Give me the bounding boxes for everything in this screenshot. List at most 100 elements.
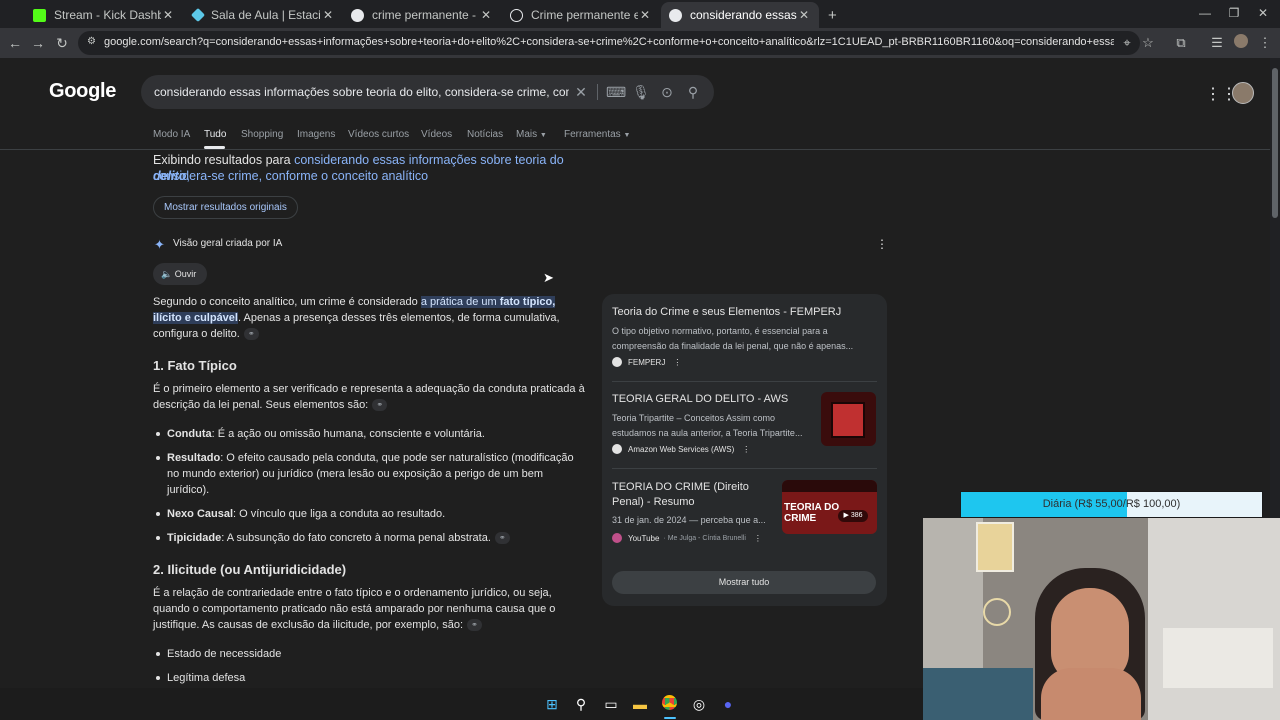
section-text: É a relação de contrariedade entre o fat… — [153, 587, 552, 599]
location-icon[interactable]: ⌖ — [1118, 34, 1136, 52]
task-view-icon[interactable]: ▭ — [602, 695, 620, 713]
estacio-icon — [190, 7, 206, 23]
reference-snippet: O tipo objetivo normativo, portanto, é e… — [612, 326, 828, 336]
reference-thumbnail-youtube[interactable]: TEORIA DO CRIME ▶ 386 — [782, 480, 877, 534]
link-icon[interactable]: ⚭ — [372, 399, 388, 412]
close-tab-icon[interactable]: ✕ — [638, 8, 652, 22]
close-tab-icon[interactable]: ✕ — [797, 8, 811, 22]
badge-count: 386 — [850, 512, 863, 519]
tab-shopping[interactable]: Shopping — [241, 129, 283, 140]
gemini-sparkle-icon: ✦ — [154, 237, 165, 252]
section-title-ilicitude: 2. Ilicitude (ou Antijuridicidade) — [153, 562, 347, 577]
extensions-icon[interactable]: ⧉ — [1172, 34, 1190, 52]
text: justifique. As causas de exclusão da ili… — [153, 619, 464, 631]
tab-title: crime permanente - Pesquisa G — [372, 8, 479, 22]
tab-modo-ia[interactable]: Modo IA — [153, 129, 190, 140]
browser-tab-google-search[interactable]: crime permanente - Pesquisa G ✕ — [343, 2, 501, 28]
list-item-nexo-causal: Nexo Causal: O vínculo que liga a condut… — [167, 506, 445, 522]
reference-title[interactable]: Penal) - Resumo — [612, 495, 777, 510]
link-icon[interactable]: ⚭ — [243, 328, 259, 341]
site-info-icon[interactable]: ⚙ — [87, 36, 96, 47]
close-tab-icon[interactable]: ✕ — [161, 8, 175, 22]
windows-start-icon[interactable]: ⊞ — [543, 695, 561, 713]
list-item-resultado-cont: no mundo exterior) ou jurídico (mera les… — [167, 468, 544, 480]
url-text[interactable]: google.com/search?q=considerando+essas+i… — [104, 36, 1114, 48]
reference-title[interactable]: TEORIA DO CRIME (Direito — [612, 480, 777, 495]
close-tab-icon[interactable]: ✕ — [321, 8, 335, 22]
tab-videos[interactable]: Vídeos — [421, 129, 452, 140]
lens-icon[interactable]: ⊙ — [658, 83, 676, 101]
search-input[interactable]: considerando essas informações sobre teo… — [154, 85, 569, 99]
text: a prática de um — [420, 296, 500, 308]
reading-list-icon[interactable]: ☰ — [1208, 34, 1226, 52]
minimize-icon[interactable]: — — [1195, 6, 1215, 20]
obs-icon[interactable]: ◎ — [690, 695, 708, 713]
browser-tab-kick[interactable]: Stream - Kick Dashboard ✕ — [25, 2, 183, 28]
reference-card-femperj[interactable]: Teoria do Crime e seus Elementos - FEMPE… — [612, 305, 877, 367]
bookmark-star-icon[interactable]: ☆ — [1139, 34, 1157, 52]
file-explorer-icon[interactable]: ▬ — [631, 695, 649, 713]
tab-imagens[interactable]: Imagens — [297, 129, 335, 140]
discord-icon[interactable]: ● — [719, 695, 737, 713]
browser-tab-estacio[interactable]: Sala de Aula | Estacio ✕ — [185, 2, 343, 28]
restore-icon[interactable]: ❐ — [1224, 6, 1244, 20]
bed — [923, 668, 1033, 720]
list-item-resultado: Resultado: O efeito causado pela conduta… — [167, 450, 574, 466]
profile-icon[interactable] — [1232, 34, 1250, 52]
correction-prefix: Exibindo resultados para — [153, 153, 295, 167]
close-window-icon[interactable]: ✕ — [1253, 6, 1273, 20]
chrome-icon[interactable] — [660, 695, 678, 713]
tab-label: Mais — [516, 129, 538, 140]
address-bar[interactable]: ⚙ google.com/search?q=considerando+essas… — [78, 31, 1140, 55]
new-tab-button[interactable]: + — [820, 2, 840, 28]
tab-videos-curtos[interactable]: Vídeos curtos — [348, 129, 409, 140]
text: : A subsunção do fato concreto à norma p… — [221, 532, 491, 544]
reference-card-youtube[interactable]: TEORIA DO CRIME (Direito Penal) - Resumo… — [612, 480, 777, 543]
scrollbar-thumb[interactable] — [1272, 68, 1278, 218]
more-options-icon[interactable]: ⋮ — [876, 237, 888, 251]
tab-label: Ferramentas — [564, 129, 621, 140]
link-icon[interactable]: ⚭ — [467, 619, 483, 632]
corrected-query-link-line2[interactable]: considera-se crime, conforme o conceito … — [153, 168, 428, 184]
tab-tudo[interactable]: Tudo — [204, 129, 226, 140]
menu-icon[interactable]: ⋮ — [1256, 34, 1274, 52]
speaker-icon: 🔈 — [161, 269, 173, 279]
text: : O vínculo que liga a conduta ao result… — [233, 508, 446, 520]
account-avatar[interactable] — [1232, 82, 1254, 104]
search-box[interactable]: considerando essas informações sobre teo… — [141, 75, 714, 109]
reference-snippet: 31 de jan. de 2024 — perceba que a... — [612, 515, 766, 525]
close-tab-icon[interactable]: ✕ — [479, 8, 493, 22]
back-icon[interactable]: ← — [6, 34, 24, 52]
tab-ferramentas[interactable]: Ferramentas ▼ — [564, 129, 630, 140]
header-divider — [0, 149, 1270, 150]
forward-icon[interactable]: → — [29, 34, 47, 52]
reload-icon[interactable]: ↻ — [53, 34, 71, 52]
reference-thumbnail-aws[interactable] — [821, 392, 876, 446]
reference-title[interactable]: Teoria do Crime e seus Elementos - FEMPE… — [612, 305, 877, 320]
section-text: justifique. As causas de exclusão da ili… — [153, 617, 483, 633]
tab-mais[interactable]: Mais ▼ — [516, 129, 547, 140]
reference-card-aws[interactable]: TEORIA GERAL DO DELITO - AWS Teoria Trip… — [612, 392, 812, 454]
tab-noticias[interactable]: Notícias — [467, 129, 503, 140]
list-item-conduta: Conduta: É a ação ou omissão humana, con… — [167, 426, 485, 442]
more-options-icon[interactable]: ⋮ — [754, 534, 762, 543]
keyboard-icon[interactable]: ⌨ — [606, 83, 626, 101]
more-options-icon[interactable]: ⋮ — [742, 445, 750, 454]
aws-favicon — [612, 444, 622, 454]
link-icon[interactable]: ⚭ — [494, 532, 510, 545]
microphone-icon[interactable]: 🎙 — [632, 83, 650, 101]
wall-decoration — [983, 598, 1011, 626]
reference-source-sub: · Me Julga - Cíntia Brunelli — [663, 534, 746, 542]
reference-title[interactable]: TEORIA GERAL DO DELITO - AWS — [612, 392, 812, 407]
listen-button[interactable]: 🔈 Ouvir — [153, 263, 207, 285]
show-all-button[interactable]: Mostrar tudo — [612, 571, 876, 594]
more-options-icon[interactable]: ⋮ — [673, 358, 681, 367]
clear-search-icon[interactable]: ✕ — [572, 83, 590, 101]
term: Tipicidade — [167, 532, 222, 544]
search-icon[interactable]: ⚲ — [572, 695, 590, 713]
google-logo[interactable]: Google — [49, 80, 116, 103]
show-original-results-button[interactable]: Mostrar resultados originais — [153, 196, 298, 219]
browser-tab-crime-exemplos[interactable]: Crime permanente exemplos ✕ — [502, 2, 660, 28]
search-icon[interactable]: ⚲ — [684, 83, 702, 101]
browser-tab-active[interactable]: considerando essas informaçõe ✕ — [661, 2, 819, 28]
